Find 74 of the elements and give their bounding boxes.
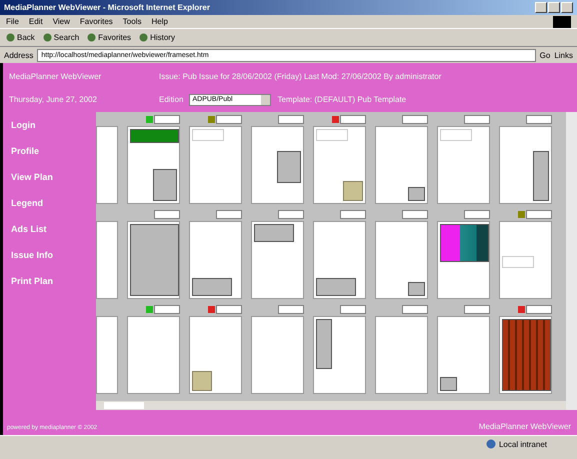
template-text: Template: (DEFAULT) Pub Template	[277, 95, 406, 104]
address-label: Address	[4, 50, 34, 60]
ad-block[interactable]	[343, 181, 363, 202]
page-tag	[216, 305, 242, 314]
page-tag	[278, 210, 304, 220]
ad-block[interactable]	[316, 319, 332, 370]
window-title: MediaPlanner WebViewer - Microsoft Internet Explorer	[4, 3, 210, 12]
page-tag	[464, 305, 490, 314]
page-tag	[526, 210, 552, 220]
page-tag	[216, 210, 242, 220]
page-tag	[340, 210, 366, 220]
issue-info: Issue: Pub Issue for 28/06/2002 (Friday) Last Mod: 27/06/2002 By administrator	[159, 72, 442, 81]
page-tag	[526, 115, 552, 124]
globe-icon	[486, 439, 496, 449]
ad-block[interactable]	[316, 278, 356, 296]
page-tag	[278, 305, 304, 314]
app-name: MediaPlanner WebViewer	[9, 72, 102, 81]
page-sheet[interactable]	[313, 221, 366, 300]
page-tag	[154, 115, 180, 124]
page-sheet[interactable]	[189, 221, 242, 300]
toolbar-icon	[139, 33, 148, 42]
edition-label: Edition	[159, 95, 184, 104]
toolbar-button[interactable]: History	[139, 33, 175, 42]
menu-item[interactable]: Favorites	[80, 17, 113, 26]
footer-app-name: MediaPlanner WebViewer	[478, 422, 571, 431]
menu-item[interactable]: File	[6, 17, 19, 26]
browser-logo	[553, 16, 571, 28]
page-tag	[464, 210, 490, 220]
ad-block[interactable]	[408, 282, 425, 296]
menu-item[interactable]: View	[52, 17, 70, 26]
ad-block[interactable]	[277, 151, 301, 184]
ad-block[interactable]	[192, 278, 232, 296]
ad-block[interactable]	[440, 377, 457, 392]
maximize-button[interactable]	[548, 2, 560, 13]
page-tag	[154, 210, 180, 220]
toolbar-button[interactable]: Favorites	[87, 33, 132, 42]
toolbar-icon	[87, 33, 96, 42]
ad-block[interactable]	[408, 187, 425, 202]
page-tag	[464, 115, 490, 124]
menu-item[interactable]: Edit	[28, 17, 43, 26]
toolbar-button[interactable]: Back	[6, 33, 35, 42]
page-tag	[216, 115, 242, 124]
page-sheet[interactable]	[251, 126, 304, 204]
close-button[interactable]	[561, 2, 573, 13]
ad-block[interactable]	[533, 151, 549, 202]
vertical-scrollbar[interactable]	[566, 112, 577, 410]
ad-block[interactable]	[130, 129, 179, 144]
page-tag	[154, 305, 180, 314]
page-tag	[402, 210, 428, 220]
page-sheet[interactable]	[437, 221, 490, 300]
page-tag	[402, 115, 428, 124]
date-text: Thursday, June 27, 2002	[9, 95, 98, 104]
links-button[interactable]: Links	[554, 50, 573, 60]
ad-block[interactable]	[153, 169, 177, 202]
menu-item[interactable]: Help	[151, 17, 168, 26]
page-sheet[interactable]	[499, 126, 552, 204]
page-tag	[278, 115, 304, 124]
page-tag	[402, 305, 428, 314]
toolbar-icon	[42, 33, 52, 42]
security-zone: Local intranet	[498, 440, 547, 448]
page-tag	[526, 305, 552, 314]
ad-block[interactable]	[192, 371, 212, 392]
page-tag	[340, 115, 366, 124]
page-sheet[interactable]	[313, 316, 366, 394]
minimize-button[interactable]	[535, 2, 547, 13]
menu-item[interactable]: Tools	[122, 17, 142, 26]
horizontal-scrollbar[interactable]	[96, 401, 566, 410]
page-sheet[interactable]	[251, 221, 304, 300]
toolbar-button[interactable]: Search	[42, 33, 80, 42]
page-sheet[interactable]	[127, 126, 180, 204]
page-tag	[340, 305, 366, 314]
go-button[interactable]: Go	[540, 50, 550, 60]
toolbar-icon	[6, 33, 15, 42]
ad-block[interactable]	[254, 224, 294, 242]
